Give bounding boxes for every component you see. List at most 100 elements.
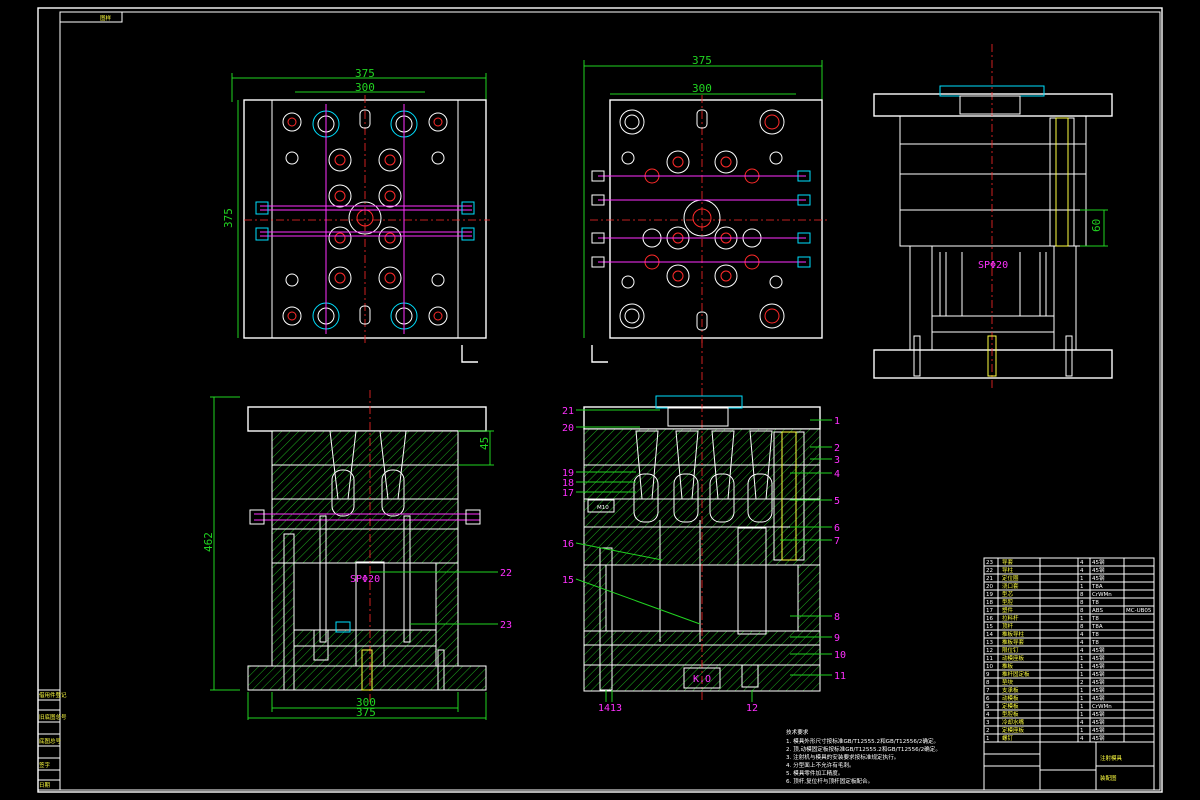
- parts-cell: 45钢: [1092, 694, 1105, 702]
- parts-cell: 4: [986, 712, 990, 718]
- callout-7: 7: [834, 536, 840, 547]
- parts-cell: MC-UB05: [1126, 608, 1152, 614]
- parts-cell: 塑件: [1002, 606, 1014, 614]
- parts-cell: 动模板: [1002, 694, 1019, 702]
- parts-cell: T8A: [1091, 584, 1103, 590]
- parts-cell: 10: [986, 664, 993, 670]
- parts-cell: 3: [986, 720, 990, 726]
- parts-cell: 45钢: [1092, 686, 1105, 694]
- parts-cell: 1: [1080, 672, 1084, 678]
- callout-16: 16: [562, 539, 574, 550]
- parts-cell: 14: [986, 632, 993, 638]
- parts-list: 23 导套 4 45钢22 导柱 4 45钢21 定位圈 1 45钢20 浇口套 1 T8A19 型芯 8 C…: [983, 557, 1155, 791]
- parts-cell: 4: [1080, 568, 1084, 574]
- parts-cell: 推板: [1002, 662, 1014, 670]
- parts-cell: 垫块: [1002, 678, 1014, 686]
- left-strip-table: 借用件登记 旧底图总号 底图总号 签字 日期: [37, 689, 67, 791]
- parts-cell: 45钢: [1092, 670, 1105, 678]
- dim-front-375: 375: [356, 706, 376, 719]
- parts-cell: 9: [986, 672, 990, 678]
- parts-cell: 1: [986, 736, 990, 742]
- parts-cell: 18: [986, 600, 993, 606]
- parts-cell: 4: [1080, 640, 1084, 646]
- parts-cell: T8A: [1091, 624, 1103, 630]
- front-sp-label: SPΦ20: [350, 574, 380, 585]
- parts-cell: 定位圈: [1002, 574, 1019, 582]
- parts-cell: 限位钉: [1002, 646, 1019, 654]
- parts-cell: 5: [986, 704, 990, 710]
- parts-cell: 45钢: [1092, 574, 1105, 582]
- parts-cell: 45钢: [1092, 566, 1105, 574]
- parts-cell: T8: [1091, 640, 1099, 646]
- left-strip-1: 旧底图总号: [39, 713, 67, 721]
- parts-cell: 4: [1080, 632, 1084, 638]
- right-section-view: K.O M10 1 2 3 4 5 6 7 8 9 10 11 21 20 19…: [562, 340, 846, 714]
- parts-cell: 8: [1080, 592, 1084, 598]
- parts-cell: 21: [986, 576, 993, 582]
- parts-cell: 1: [1080, 728, 1084, 734]
- parts-cell: 45钢: [1092, 678, 1105, 686]
- callout-17: 17: [562, 488, 574, 499]
- parts-cell: 19: [986, 592, 993, 598]
- parts-cell: 定模座板: [1002, 726, 1025, 734]
- parts-cell: 螺钉: [1002, 734, 1014, 742]
- parts-cell: 1: [1080, 712, 1084, 718]
- parts-cell: CrWMn: [1092, 592, 1112, 598]
- parts-cell: 2: [986, 728, 990, 734]
- parts-cell: 8: [1080, 608, 1084, 614]
- parts-cell: 1: [1080, 704, 1084, 710]
- parts-cell: 1: [1080, 584, 1084, 590]
- parts-cell: 1: [1080, 656, 1084, 662]
- dim-front-45: 45: [478, 437, 491, 450]
- parts-cell: 7: [986, 688, 990, 694]
- parts-cell: 推板导柱: [1002, 630, 1025, 638]
- parts-cell: 20: [986, 584, 993, 590]
- parts-cell: 冷却水嘴: [1002, 718, 1025, 726]
- tech-note-6: 6. 顶杆,复位杆与顶杆固定板配合。: [786, 777, 873, 785]
- callout-5: 5: [834, 496, 840, 507]
- parts-cell: 2: [1080, 680, 1084, 686]
- parts-cell: 17: [986, 608, 993, 614]
- parts-cell: 8: [1080, 600, 1084, 606]
- callout-1: 1: [834, 416, 840, 427]
- parts-cell: 45钢: [1092, 710, 1105, 718]
- title-block-name: 注射模具: [1100, 754, 1123, 762]
- dim-top-left-300: 300: [355, 81, 375, 94]
- callout-10: 10: [834, 650, 846, 661]
- parts-cell: 45钢: [1092, 646, 1105, 654]
- callout-11: 11: [834, 671, 846, 682]
- top-right-view: 375 300: [583, 54, 828, 363]
- ko-label: K.O: [693, 674, 711, 685]
- border-label: 图样: [100, 14, 112, 22]
- callout-1413: 1413: [598, 703, 622, 714]
- callout-8: 8: [834, 612, 840, 623]
- side-view: 60 SPΦ20: [873, 44, 1113, 388]
- callout-15: 15: [562, 575, 574, 586]
- dim-top-left-375v: 375: [222, 208, 235, 228]
- parts-cell: 导柱: [1002, 566, 1014, 574]
- parts-cell: T8: [1091, 632, 1099, 638]
- callout-20: 20: [562, 423, 574, 434]
- side-sp-label: SPΦ20: [978, 260, 1008, 271]
- parts-cell: 1: [1080, 688, 1084, 694]
- m-label: M10: [597, 505, 609, 511]
- dim-top-right-300: 300: [692, 82, 712, 95]
- parts-cell: 16: [986, 616, 993, 622]
- dim-front-462: 462: [202, 532, 215, 552]
- title-block-sub: 装配图: [1100, 774, 1117, 782]
- parts-cell: 浇口套: [1002, 582, 1019, 590]
- tech-note-5: 5. 模具零件加工精度。: [786, 769, 843, 777]
- tech-note-2: 2. 顶,动模固定板按标准GB/T12555.2和GB/T12556/2确定。: [786, 745, 941, 753]
- tech-note-3: 3. 注射机与模具的安装要求按标准规定执行。: [786, 753, 899, 761]
- cad-drawing: 图样 借用件登记 旧底图总号 底图总号 签字 日期 375 300 375 37…: [37, 7, 1163, 793]
- callout-2: 2: [834, 443, 840, 454]
- parts-cell: 导套: [1002, 558, 1014, 566]
- parts-cell: 定模板: [1002, 702, 1019, 710]
- dim-top-right-375: 375: [692, 54, 712, 67]
- dim-side-60: 60: [1090, 219, 1103, 232]
- parts-cell: 8: [1080, 624, 1084, 630]
- parts-cell: 8: [986, 680, 990, 686]
- top-left-view: 375 300 375: [222, 67, 490, 363]
- callout-3: 3: [834, 455, 840, 466]
- parts-cell: 型腔: [1002, 598, 1014, 606]
